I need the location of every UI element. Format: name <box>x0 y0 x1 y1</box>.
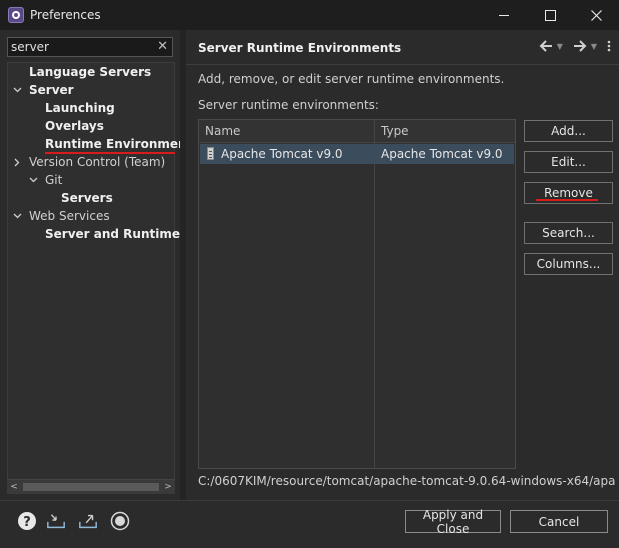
tree-item-language-servers[interactable]: Language Servers <box>29 63 151 81</box>
server-icon <box>207 147 214 160</box>
record-icon[interactable] <box>110 511 130 531</box>
footer-divider <box>0 500 619 501</box>
page-description: Add, remove, or edit server runtime envi… <box>198 72 505 86</box>
header-divider <box>186 64 619 65</box>
scroll-thumb[interactable] <box>23 483 159 491</box>
minimize-icon <box>499 14 509 16</box>
svg-text:?: ? <box>23 515 31 530</box>
more-options-icon[interactable] <box>607 40 611 52</box>
page-header: Server Runtime Environments ▼ ▼ <box>186 36 619 62</box>
back-dropdown-icon[interactable]: ▼ <box>557 42 563 51</box>
forward-dropdown-icon[interactable]: ▼ <box>591 42 597 51</box>
scroll-left-icon[interactable]: < <box>7 480 21 494</box>
page-title: Server Runtime Environments <box>198 41 402 55</box>
history-nav: ▼ ▼ <box>539 40 611 52</box>
export-icon[interactable] <box>78 511 98 531</box>
column-header-type[interactable]: Type <box>375 120 409 142</box>
chevron-down-icon[interactable] <box>11 207 23 225</box>
red-underline <box>536 199 598 201</box>
add-button[interactable]: Add... <box>524 120 613 142</box>
list-label: Server runtime environments: <box>198 98 379 112</box>
tree-item-overlays[interactable]: Overlays <box>45 117 104 135</box>
help-icon[interactable]: ? <box>17 511 37 531</box>
column-divider <box>374 120 375 468</box>
forward-arrow-icon[interactable] <box>573 40 587 52</box>
tree-item-web-services[interactable]: Web Services <box>29 207 110 225</box>
search-button[interactable]: Search... <box>524 222 613 244</box>
clear-filter-icon[interactable]: ✕ <box>157 39 168 54</box>
tree-item-runtime-environments[interactable]: Runtime Environments <box>45 135 199 153</box>
maximize-button[interactable] <box>527 0 573 30</box>
maximize-icon <box>544 9 556 21</box>
apply-and-close-button[interactable]: Apply and Close <box>405 508 501 536</box>
app-icon <box>8 7 24 23</box>
filter-input[interactable] <box>8 40 154 54</box>
preferences-tree: Language Servers Server Launching Overla… <box>7 62 199 493</box>
tree-item-launching[interactable]: Launching <box>45 99 115 117</box>
runtime-location: C:/0607KIM/resource/tomcat/apache-tomcat… <box>198 474 616 488</box>
edit-button[interactable]: Edit... <box>524 151 613 173</box>
chevron-right-icon[interactable] <box>11 153 23 171</box>
close-icon <box>590 9 602 21</box>
chevron-down-icon[interactable] <box>11 81 23 99</box>
tree-item-version-control[interactable]: Version Control (Team) <box>29 153 165 171</box>
tree-item-server[interactable]: Server <box>29 81 74 99</box>
back-arrow-icon[interactable] <box>539 40 553 52</box>
filter-box: ✕ <box>7 37 173 57</box>
chevron-down-icon[interactable] <box>27 171 39 189</box>
tree-item-servers[interactable]: Servers <box>61 189 113 207</box>
table-row[interactable]: Apache Tomcat v9.0 Apache Tomcat v9.0 <box>200 144 514 164</box>
table-header: Name Type <box>199 120 515 143</box>
row-name: Apache Tomcat v9.0 <box>221 147 343 161</box>
close-button[interactable] <box>573 0 619 30</box>
column-header-name[interactable]: Name <box>199 120 240 142</box>
cancel-button[interactable]: Cancel <box>510 510 608 533</box>
row-type: Apache Tomcat v9.0 <box>381 147 503 161</box>
window-title: Preferences <box>30 8 101 22</box>
tree-item-server-and-runtime[interactable]: Server and Runtime <box>45 225 180 243</box>
scroll-right-icon[interactable]: > <box>161 480 175 494</box>
columns-button[interactable]: Columns... <box>524 253 613 275</box>
runtime-table: Name Type Apache Tomcat v9.0 Apache Tomc… <box>198 119 516 469</box>
horizontal-scrollbar[interactable]: < > <box>7 479 175 494</box>
import-icon[interactable] <box>46 511 66 531</box>
title-bar: Preferences <box>0 0 619 30</box>
minimize-button[interactable] <box>481 0 527 30</box>
tree-item-git[interactable]: Git <box>45 171 62 189</box>
